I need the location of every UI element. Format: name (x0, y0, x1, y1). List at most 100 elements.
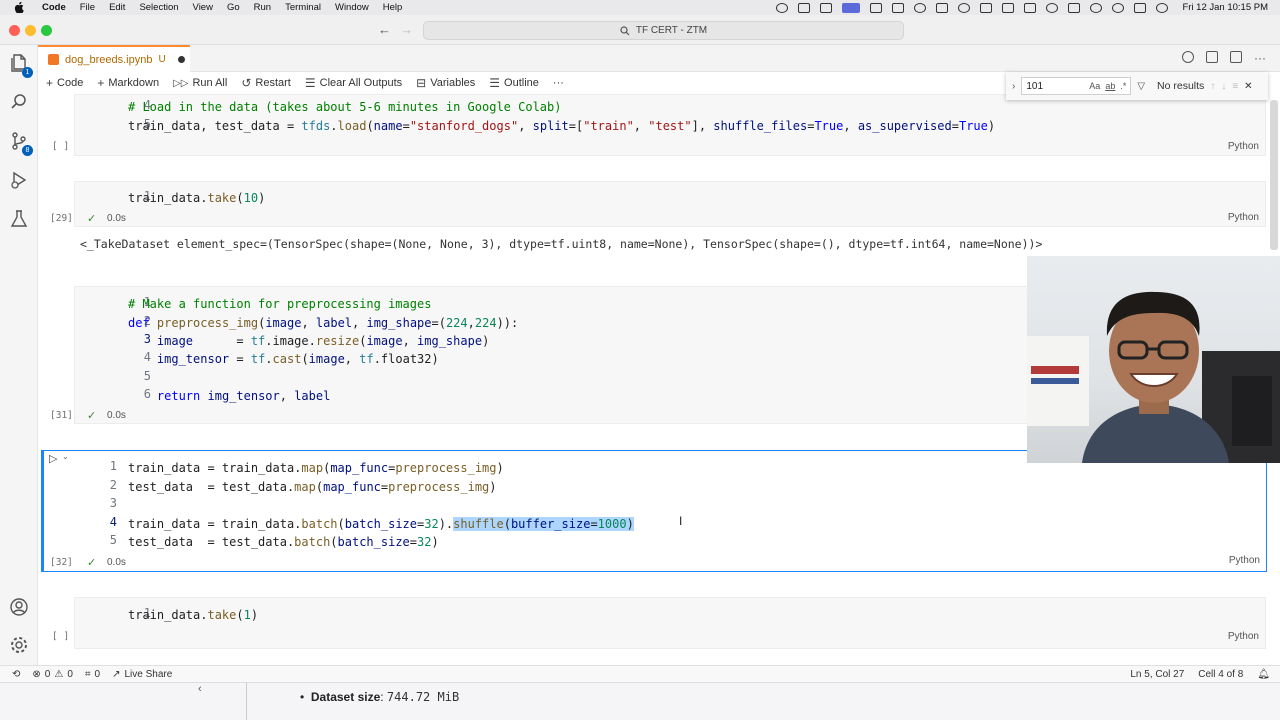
ports-indicator[interactable]: ⌗ 0 (85, 669, 100, 680)
cell-language[interactable]: Python (1228, 631, 1259, 642)
chevron-left-icon[interactable]: ‹ (198, 683, 202, 695)
whole-word-toggle[interactable]: ab (1105, 81, 1115, 91)
zoom-window-button[interactable] (41, 25, 52, 36)
open-changes-icon[interactable] (1206, 51, 1218, 63)
chevron-right-icon[interactable]: › (1012, 81, 1015, 92)
status-icon-9[interactable] (958, 2, 971, 13)
outline-button[interactable]: ☰ Outline (489, 76, 539, 90)
menu-go[interactable]: Go (227, 2, 240, 13)
volume-icon[interactable] (1024, 2, 1037, 13)
code-line[interactable]: test_data = test_data.map(map_func=prepr… (128, 478, 497, 496)
toolbar-more-button[interactable]: ··· (553, 77, 564, 89)
code-line[interactable]: # Load in the data (takes about 5-6 minu… (128, 98, 561, 116)
cell-language[interactable]: Python (1228, 212, 1259, 223)
testing-flask-icon[interactable] (9, 209, 29, 229)
ports-count: 0 (94, 668, 101, 680)
close-icon[interactable]: ✕ (1244, 81, 1252, 92)
run-all-button[interactable]: ▷▷ Run All (173, 77, 227, 89)
notebook-scrollbar[interactable] (1270, 100, 1278, 250)
battery-icon[interactable] (1068, 2, 1081, 13)
status-icon-5[interactable] (870, 2, 883, 13)
menu-edit[interactable]: Edit (109, 2, 125, 13)
split-editor-icon[interactable] (1230, 51, 1242, 63)
menu-window[interactable]: Window (335, 2, 369, 13)
code-line[interactable]: image = tf.image.resize(image, img_shape… (128, 332, 489, 350)
filter-icon[interactable]: ▽ (1137, 81, 1145, 92)
screen-record-icon[interactable] (842, 2, 861, 13)
kernel-settings-icon[interactable] (1182, 51, 1194, 63)
match-case-toggle[interactable]: Aa (1089, 81, 1100, 91)
execution-count: [ ] (52, 141, 70, 152)
code-line[interactable]: train_data = train_data.batch(batch_size… (128, 515, 634, 533)
next-match-icon[interactable]: ↓ (1221, 81, 1226, 92)
menu-help[interactable]: Help (383, 2, 403, 13)
arrow-left-icon[interactable]: ← (378, 22, 391, 37)
unsaved-dot-icon[interactable] (177, 56, 185, 63)
apple-icon[interactable] (12, 2, 26, 13)
search-icon[interactable] (9, 92, 29, 112)
clear-all-outputs-button[interactable]: ☰ Clear All Outputs (305, 76, 402, 90)
variables-button[interactable]: ⊟ Variables (416, 76, 475, 90)
account-icon[interactable] (9, 597, 29, 617)
close-window-button[interactable] (9, 25, 20, 36)
cursor-position[interactable]: Ln 5, Col 27 (1130, 669, 1184, 680)
cell-language[interactable]: Python (1229, 555, 1260, 566)
code-cell[interactable]: 1 train_data.take(1) Python (74, 597, 1266, 649)
run-options-chevron-icon[interactable]: ⌄ (62, 452, 69, 461)
siri-icon[interactable] (1156, 2, 1169, 13)
problems-indicator[interactable]: ⊗ 0 ⚠ 0 (32, 669, 72, 680)
status-icon-3[interactable] (820, 2, 833, 13)
code-cell-focused[interactable]: 1 train_data = train_data.map(map_func=p… (41, 450, 1267, 572)
more-actions-icon[interactable]: ··· (1254, 51, 1266, 65)
settings-gear-icon[interactable] (9, 635, 29, 655)
mail-icon[interactable] (1002, 2, 1015, 13)
run-cell-icon[interactable]: ▷ (49, 452, 57, 465)
cell-language[interactable]: Python (1228, 141, 1259, 152)
menu-view[interactable]: View (193, 2, 213, 13)
notifications-bell-icon[interactable]: 🔔︎ (1257, 669, 1270, 680)
live-share-button[interactable]: ↗ Live Share (112, 669, 172, 680)
status-icon-7[interactable] (914, 2, 927, 13)
minimize-window-button[interactable] (25, 25, 36, 36)
control-center-icon[interactable] (1134, 2, 1147, 13)
menu-file[interactable]: File (80, 2, 95, 13)
add-code-cell-button[interactable]: + Code (46, 76, 83, 90)
menu-app-name[interactable]: Code (42, 2, 66, 13)
spotlight-icon[interactable] (1112, 2, 1125, 13)
code-line[interactable]: train_data = train_data.map(map_func=pre… (128, 459, 504, 477)
code-line[interactable]: train_data.take(10) (128, 189, 265, 207)
arrow-right-icon[interactable]: → (400, 22, 413, 37)
status-icon-8[interactable] (936, 2, 949, 13)
regex-toggle[interactable]: .* (1120, 81, 1126, 91)
code-line[interactable]: return img_tensor, label (128, 387, 330, 405)
status-icon-1[interactable] (776, 2, 789, 13)
code-line[interactable]: img_tensor = tf.cast(image, tf.float32) (128, 350, 439, 368)
code-line[interactable]: train_data, test_data = tfds.load(name="… (128, 117, 995, 135)
code-cell[interactable]: 4 # Load in the data (takes about 5-6 mi… (74, 94, 1266, 156)
menu-terminal[interactable]: Terminal (285, 2, 321, 13)
code-line[interactable]: # Make a function for preprocessing imag… (128, 295, 431, 313)
code-line[interactable]: def preprocess_img(image, label, img_sha… (128, 314, 518, 332)
find-input[interactable]: 101 Aa ab .* (1021, 77, 1132, 95)
code-line[interactable]: train_data.take(1) (128, 606, 258, 624)
add-markdown-cell-button[interactable]: + Markdown (97, 76, 159, 90)
bluetooth-icon[interactable] (1046, 2, 1059, 13)
menu-selection[interactable]: Selection (139, 2, 178, 13)
menu-run[interactable]: Run (254, 2, 271, 13)
tab-dog-breeds-notebook[interactable]: dog_breeds.ipynb U (38, 45, 190, 72)
code-line[interactable]: test_data = test_data.batch(batch_size=3… (128, 533, 439, 551)
error-count: 0 (44, 668, 51, 680)
status-icon-6[interactable] (892, 2, 905, 13)
previous-match-icon[interactable]: ↑ (1210, 81, 1215, 92)
remote-indicator[interactable]: ⟲ (12, 669, 20, 680)
run-debug-icon[interactable] (9, 170, 29, 190)
shield-icon[interactable] (798, 2, 811, 13)
wifi-icon[interactable] (1090, 2, 1103, 13)
find-in-selection-icon[interactable]: ≡ (1232, 81, 1238, 92)
command-center-search[interactable]: TF CERT - ZTM (423, 21, 904, 40)
code-cell[interactable]: 1 train_data.take(10) Python (74, 181, 1266, 227)
restart-kernel-button[interactable]: ↺ Restart (241, 76, 291, 90)
status-icon-10[interactable] (980, 2, 993, 13)
menu-clock[interactable]: Fri 12 Jan 10:15 PM (1182, 2, 1268, 13)
cell-indicator[interactable]: Cell 4 of 8 (1198, 669, 1243, 680)
